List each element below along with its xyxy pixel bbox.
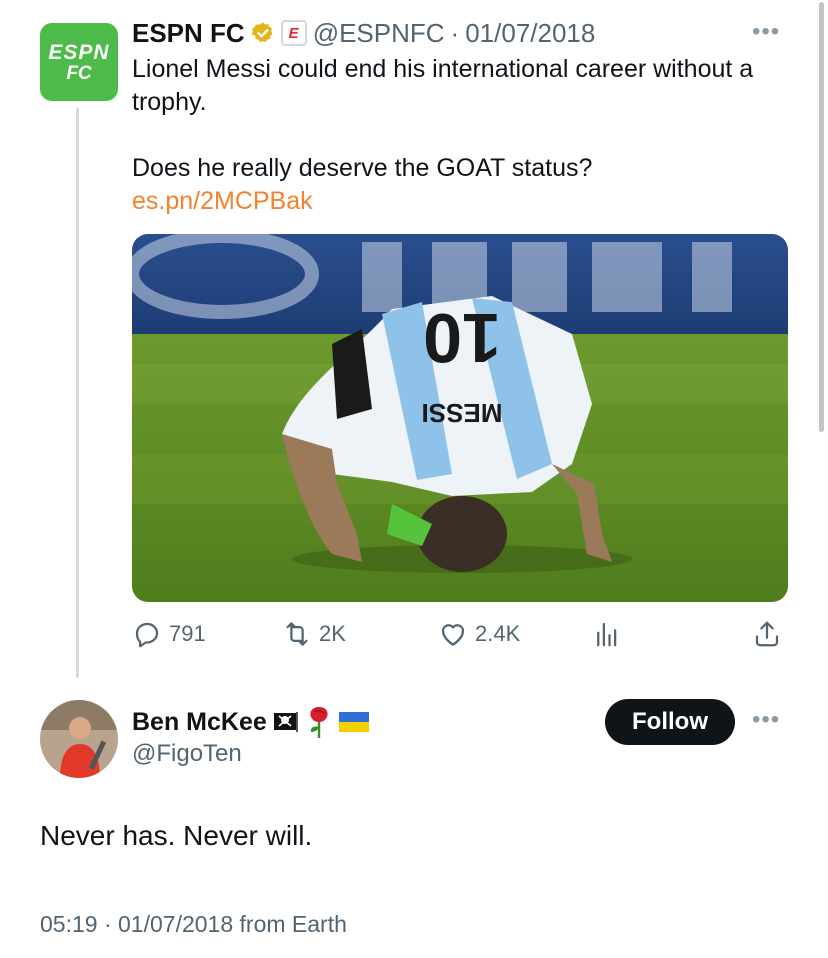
- thread-connector-line: [76, 108, 79, 678]
- avatar-logo-text-bottom: FC: [66, 62, 92, 84]
- espnfc-avatar[interactable]: ESPN FC: [40, 23, 118, 101]
- reply-time[interactable]: 05:19: [40, 911, 98, 937]
- tweet-link[interactable]: es.pn/2MCPBak: [132, 187, 313, 216]
- reply-meta: 05:19 · 01/07/2018 from Earth: [40, 911, 347, 938]
- heart-icon: [441, 624, 465, 646]
- separator-dot: ·: [103, 911, 112, 937]
- tweet-date[interactable]: 01/07/2018: [465, 18, 595, 49]
- retweet-button[interactable]: 2K: [282, 614, 346, 654]
- reply-source: from Earth: [239, 911, 347, 937]
- jersey-name: MESSI: [422, 398, 503, 428]
- reply-count: 791: [169, 621, 206, 646]
- benmckee-avatar[interactable]: [40, 700, 118, 778]
- rose-icon: [310, 707, 328, 738]
- pirate-flag-icon: [273, 712, 298, 732]
- verified-gold-badge-icon[interactable]: [251, 21, 275, 45]
- tweet-actions-bar: 791 2K 2.4K: [132, 614, 788, 654]
- retweet-icon: [286, 622, 308, 646]
- tweet-text-line2: Does he really deserve the GOAT status?: [132, 154, 593, 182]
- more-horizontal-icon[interactable]: •••: [752, 706, 780, 734]
- retweet-count: 2K: [319, 621, 346, 646]
- tweet-media-image[interactable]: 10 MESSI: [132, 234, 788, 602]
- tweet-text-line1: Lionel Messi could end his international…: [132, 55, 754, 116]
- messi-kneeling-photo: 10 MESSI: [132, 234, 788, 602]
- author-handle[interactable]: @ESPNFC: [313, 18, 445, 49]
- share-button[interactable]: [752, 614, 782, 654]
- avatar-photo: [40, 700, 118, 778]
- share-upload-icon: [755, 621, 779, 647]
- reply-icon: [135, 622, 159, 648]
- analytics-bar-chart-icon: [597, 622, 617, 647]
- scrollbar[interactable]: [819, 2, 824, 432]
- reply-button[interactable]: 791: [132, 614, 206, 654]
- views-button[interactable]: [592, 614, 622, 654]
- ukraine-flag-icon: [338, 712, 369, 732]
- author-name[interactable]: ESPN FC: [132, 18, 245, 49]
- reply-date[interactable]: 01/07/2018: [118, 911, 233, 937]
- affiliation-badge-letter: E: [288, 24, 299, 42]
- tweet-text: Lionel Messi could end his international…: [132, 53, 792, 185]
- tweet-header: ESPN FC E @ESPNFC · 01/07/2018: [132, 16, 595, 50]
- reply-author-name[interactable]: Ben McKee: [132, 708, 267, 737]
- reply-author-handle[interactable]: @FigoTen: [132, 740, 242, 768]
- affiliation-badge-icon[interactable]: E: [280, 20, 307, 46]
- reply-text: Never has. Never will.: [40, 820, 313, 851]
- avatar-logo-text-top: ESPN: [48, 40, 110, 64]
- more-horizontal-icon[interactable]: •••: [752, 18, 780, 46]
- like-count: 2.4K: [475, 621, 521, 646]
- reply-author-row: Ben McKee: [132, 704, 369, 740]
- like-button[interactable]: 2.4K: [438, 614, 520, 654]
- separator-dot: ·: [450, 17, 460, 48]
- follow-button[interactable]: Follow: [605, 699, 735, 745]
- jersey-number: 10: [423, 299, 501, 377]
